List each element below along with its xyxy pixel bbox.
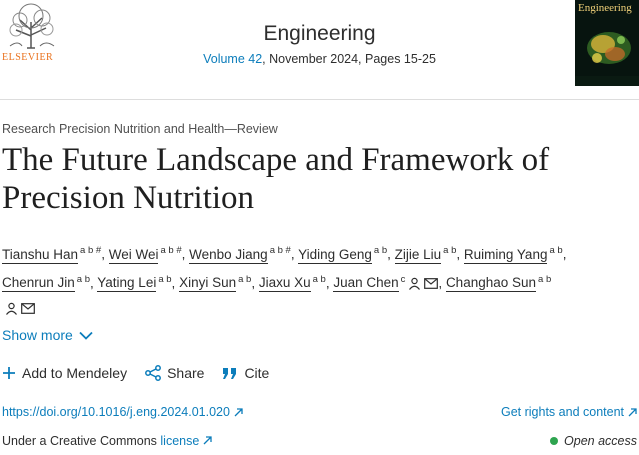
- author-affiliation[interactable]: a b: [549, 245, 562, 256]
- author-name[interactable]: Juan Chen: [333, 275, 399, 292]
- author-affiliation[interactable]: a b: [158, 274, 171, 285]
- rights-text: Get rights and content: [501, 405, 624, 419]
- article-actions: Add to Mendeley Share Cite: [2, 365, 269, 381]
- chevron-down-icon: [79, 331, 93, 340]
- author-name[interactable]: Zijie Liu: [394, 246, 442, 264]
- plus-icon: [3, 367, 15, 379]
- external-link-icon: [234, 407, 243, 416]
- author-item-corresponding[interactable]: Changhao Sun a b: [445, 274, 551, 292]
- show-more-button[interactable]: Show more: [2, 327, 93, 343]
- author-affiliation[interactable]: a b: [538, 274, 551, 285]
- author-item[interactable]: Xinyi Sun a b: [179, 274, 251, 292]
- author-affiliation[interactable]: a b #: [160, 245, 181, 256]
- email-icon[interactable]: [424, 278, 439, 289]
- open-access-dot-icon: [550, 437, 559, 445]
- author-item-corresponding[interactable]: Juan Chen c: [333, 274, 439, 292]
- author-item[interactable]: Chenrun Jin a b: [2, 274, 90, 292]
- cite-label: Cite: [244, 365, 270, 381]
- share-label: Share: [167, 365, 205, 381]
- cite-button[interactable]: Cite: [222, 365, 269, 381]
- volume-info: Volume 42, November 2024, Pages 15-25: [0, 52, 639, 66]
- author-affiliation[interactable]: a b: [443, 245, 456, 256]
- author-item[interactable]: Wei Wei a b #: [108, 245, 182, 264]
- author-affiliation[interactable]: a b: [77, 274, 90, 285]
- author-affiliation[interactable]: a b #: [80, 245, 101, 256]
- journal-cover-image[interactable]: Engineering: [575, 0, 639, 86]
- author-item[interactable]: Ruiming Yang a b: [463, 245, 563, 264]
- open-access-label: Open access: [564, 434, 637, 448]
- author-list: Tianshu Han a b #, Wei Wei a b #, Wenbo Ji…: [2, 238, 632, 320]
- author-affiliation[interactable]: a b: [374, 245, 387, 256]
- author-name[interactable]: Yiding Geng: [298, 246, 372, 264]
- author-name[interactable]: Yating Lei: [97, 275, 157, 292]
- open-access-badge: Open access: [550, 434, 637, 448]
- show-more-label: Show more: [2, 327, 73, 343]
- author-name[interactable]: Tianshu Han: [2, 246, 79, 264]
- get-rights-link[interactable]: Get rights and content: [501, 405, 637, 419]
- author-name[interactable]: Jiaxu Xu: [258, 275, 311, 292]
- quote-icon: [223, 367, 237, 379]
- mendeley-label: Add to Mendeley: [22, 365, 128, 381]
- author-item[interactable]: Zijie Liu a b: [394, 245, 456, 264]
- journal-title-link[interactable]: Engineering: [0, 22, 639, 46]
- author-name[interactable]: Ruiming Yang: [463, 246, 548, 264]
- license-prefix: Under a Creative Commons: [2, 434, 161, 448]
- author-name[interactable]: Wei Wei: [108, 246, 159, 264]
- share-button[interactable]: Share: [145, 365, 204, 381]
- share-icon: [145, 365, 162, 381]
- author-item[interactable]: Yating Lei a b: [97, 274, 172, 292]
- add-to-mendeley-button[interactable]: Add to Mendeley: [2, 365, 127, 381]
- external-link-icon: [203, 436, 212, 445]
- author-name[interactable]: Chenrun Jin: [2, 275, 75, 292]
- issue-info: , November 2024, Pages 15-25: [262, 52, 436, 66]
- author-name[interactable]: Changhao Sun: [445, 275, 537, 292]
- email-icon[interactable]: [21, 303, 35, 314]
- author-item[interactable]: Yiding Geng a b: [298, 245, 387, 264]
- license-info: Under a Creative Commons license: [2, 434, 212, 448]
- volume-link[interactable]: Volume 42: [203, 52, 262, 66]
- author-item[interactable]: Tianshu Han a b #: [2, 245, 101, 264]
- author-affiliation[interactable]: a b: [313, 274, 326, 285]
- cover-art: [575, 32, 639, 86]
- author-item[interactable]: Wenbo Jiang a b #: [189, 245, 291, 264]
- article-header: ELSEVIER Engineering Volume 42, November…: [0, 0, 639, 100]
- header-divider: [0, 99, 639, 100]
- license-link-text: license: [160, 434, 200, 448]
- author-name[interactable]: Wenbo Jiang: [189, 246, 268, 264]
- author-item[interactable]: Jiaxu Xu a b: [258, 274, 326, 292]
- author-affiliation[interactable]: a b: [238, 274, 251, 285]
- person-icon[interactable]: [5, 302, 18, 315]
- external-link-icon: [628, 407, 637, 416]
- author-affiliation[interactable]: c: [401, 274, 406, 285]
- article-title: The Future Landscape and Framework of Pr…: [2, 142, 550, 216]
- author-name[interactable]: Xinyi Sun: [179, 275, 237, 292]
- person-icon[interactable]: [408, 277, 421, 290]
- article-subject: Research Precision Nutrition and Health—…: [2, 122, 278, 136]
- doi-text: https://doi.org/10.1016/j.eng.2024.01.02…: [2, 405, 230, 419]
- author-affiliation[interactable]: a b #: [270, 245, 291, 256]
- license-link[interactable]: license: [160, 434, 212, 448]
- author-contact-icons: [2, 300, 35, 315]
- doi-link[interactable]: https://doi.org/10.1016/j.eng.2024.01.02…: [2, 405, 243, 419]
